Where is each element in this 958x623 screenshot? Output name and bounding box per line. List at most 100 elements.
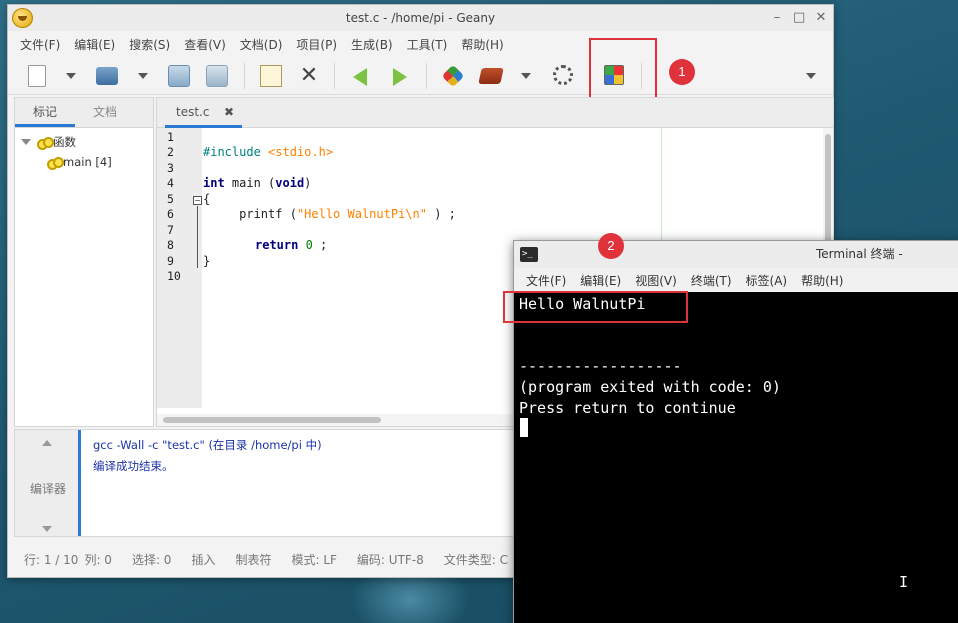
code-token: 0 <box>305 238 313 252</box>
tab-compiler[interactable]: 编译器 <box>15 480 81 497</box>
line-number: 1 <box>167 130 174 144</box>
status-insert-mode: 插入 <box>191 552 216 567</box>
new-file-icon[interactable] <box>28 65 46 87</box>
app-icon[interactable] <box>12 8 33 28</box>
toolbar-separator <box>244 63 245 89</box>
code-token: printf ( <box>203 207 297 221</box>
menu-search[interactable]: 搜索(S) <box>129 36 170 53</box>
line-number: 5 <box>167 192 174 206</box>
status-filetype: 文件类型: C <box>443 552 509 567</box>
tree-group-label: 函数 <box>53 135 76 149</box>
window-title: test.c - /home/pi - Geany <box>345 11 496 25</box>
terminal-titlebar[interactable]: >_ Terminal 终端 - <box>514 241 958 268</box>
line-number: 9 <box>167 254 174 268</box>
menu-document[interactable]: 文档(D) <box>240 36 283 53</box>
line-number: 10 <box>167 269 181 283</box>
terminal-menu-terminal[interactable]: 终端(T) <box>691 272 732 289</box>
terminal-line: Press return to continue <box>519 399 736 417</box>
code-line-9: } <box>203 254 210 269</box>
tab-documents[interactable]: 文档 <box>75 98 135 127</box>
line-number: 6 <box>167 207 174 221</box>
code-line-6: printf ("Hello WalnutPi\n" ) ; <box>203 207 456 222</box>
status-line-endings: 模式: LF <box>291 552 337 567</box>
status-selection: 选择: 0 <box>131 552 172 567</box>
expander-icon[interactable] <box>21 139 31 145</box>
symbol-tree: 函数 main [4] <box>15 128 153 172</box>
code-token: <stdio.h> <box>268 145 334 159</box>
sidebar: 标记 文档 函数 main [4] <box>14 97 154 427</box>
terminal-menu-bar: 文件(F) 编辑(E) 视图(V) 终端(T) 标签(A) 帮助(H) <box>514 268 958 292</box>
revert-icon[interactable] <box>260 65 282 87</box>
forward-icon[interactable] <box>393 68 407 86</box>
maximize-button[interactable]: □ <box>793 5 805 31</box>
close-window-button[interactable]: ✕ <box>815 5 827 31</box>
build-dropdown-icon[interactable] <box>521 73 531 79</box>
execute-icon[interactable] <box>553 65 573 85</box>
compiler-message: gcc -Wall -c "test.c" (在目录 /home/pi 中) <box>93 438 322 452</box>
build-icon[interactable] <box>478 68 504 84</box>
terminal-menu-tabs[interactable]: 标签(A) <box>746 272 788 289</box>
scroll-thumb[interactable] <box>825 134 831 244</box>
tab-test-c[interactable]: test.c ✖ <box>165 98 242 128</box>
geany-titlebar[interactable]: test.c - /home/pi - Geany – □ ✕ <box>8 5 833 31</box>
function-group-icon <box>37 137 54 150</box>
terminal-menu-help[interactable]: 帮助(H) <box>801 272 843 289</box>
line-number: 3 <box>167 161 174 175</box>
menu-build[interactable]: 生成(B) <box>351 36 393 53</box>
minimize-button[interactable]: – <box>771 5 783 31</box>
menu-project[interactable]: 项目(P) <box>296 36 337 53</box>
annotation-badge-1: 1 <box>669 59 695 85</box>
save-all-icon[interactable] <box>206 65 228 87</box>
status-indent: 制表符 <box>235 552 272 567</box>
toolbar-overflow-icon[interactable] <box>806 73 816 79</box>
code-line-2: #include <stdio.h> <box>203 145 333 160</box>
terminal-line: ------------------ <box>519 357 682 375</box>
scroll-thumb[interactable] <box>163 417 381 423</box>
terminal-title: Terminal 终端 - <box>816 247 903 261</box>
terminal-line: (program exited with code: 0) <box>519 378 781 396</box>
toolbar: ✕ <box>8 57 833 95</box>
close-tab-icon[interactable]: ✖ <box>224 98 234 126</box>
save-icon[interactable] <box>168 65 190 87</box>
compile-icon[interactable] <box>441 64 465 88</box>
line-number-gutter: 1 2 3 4 5 6 7 8 9 10 − <box>157 128 202 408</box>
back-icon[interactable] <box>353 68 367 86</box>
close-icon[interactable]: ✕ <box>298 65 320 87</box>
open-file-icon[interactable] <box>96 67 118 85</box>
editor-tab-label: test.c <box>176 105 210 119</box>
terminal-menu-edit[interactable]: 编辑(E) <box>580 272 621 289</box>
tab-symbols[interactable]: 标记 <box>15 98 75 127</box>
fold-marker-icon[interactable]: − <box>193 196 202 205</box>
code-line-4: int main (void) <box>203 176 311 191</box>
terminal-output[interactable]: Hello WalnutPi ------------------ (progr… <box>514 292 958 623</box>
menu-file[interactable]: 文件(F) <box>20 36 60 53</box>
code-token: void <box>275 176 305 190</box>
status-column: 列: 0 <box>84 552 112 567</box>
message-tab-strip: 编译器 <box>15 430 81 536</box>
menu-view[interactable]: 查看(V) <box>184 36 226 53</box>
open-recent-dropdown-icon[interactable] <box>138 73 148 79</box>
menu-bar: 文件(F) 编辑(E) 搜索(S) 查看(V) 文档(D) 项目(P) 生成(B… <box>8 32 833 56</box>
terminal-menu-view[interactable]: 视图(V) <box>635 272 677 289</box>
terminal-menu-file[interactable]: 文件(F) <box>526 272 566 289</box>
scroll-down-icon[interactable] <box>42 526 52 532</box>
menu-help[interactable]: 帮助(H) <box>461 36 503 53</box>
status-line: 行: 1 / 10 <box>24 552 79 567</box>
menu-tools[interactable]: 工具(T) <box>407 36 448 53</box>
compiler-message: 编译成功结束。 <box>93 459 174 473</box>
tree-item-label: main [4] <box>63 155 112 169</box>
menu-edit[interactable]: 编辑(E) <box>74 36 115 53</box>
code-token: #include <box>203 145 269 159</box>
tree-item-main[interactable]: main [4] <box>15 152 153 172</box>
toolbar-separator <box>334 63 335 89</box>
terminal-cursor <box>520 418 528 437</box>
new-file-dropdown-icon[interactable] <box>66 73 76 79</box>
code-token: return <box>255 238 299 252</box>
code-token: ) ; <box>434 207 456 221</box>
scroll-up-icon[interactable] <box>42 440 52 446</box>
code-token: "Hello WalnutPi\n" <box>296 207 427 221</box>
code-token: int <box>203 176 225 190</box>
annotation-badge-2: 2 <box>598 233 624 259</box>
tree-group-functions[interactable]: 函数 <box>15 132 153 152</box>
code-line-5: { <box>203 192 210 207</box>
